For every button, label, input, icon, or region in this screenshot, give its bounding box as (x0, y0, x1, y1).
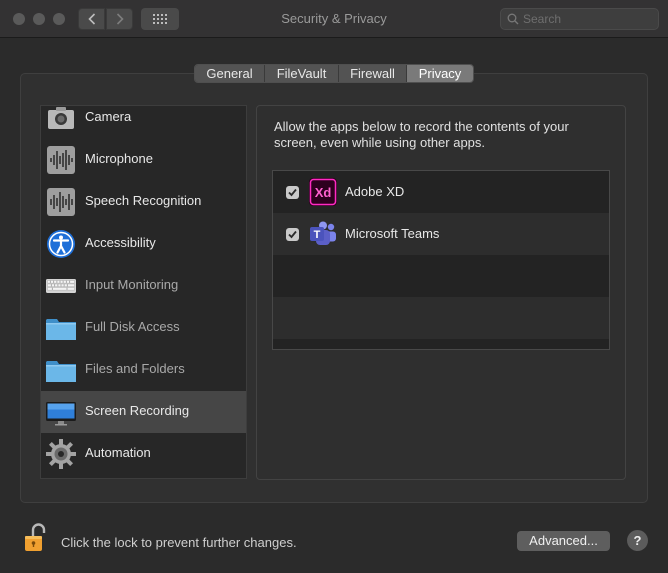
sidebar-item-accessibility[interactable]: Accessibility (41, 223, 246, 265)
privacy-category-list: Camera Microphone Speech Recognition Acc… (40, 105, 247, 479)
sidebar-item-files-and-folders[interactable]: Files and Folders (41, 349, 246, 391)
app-name: Microsoft Teams (345, 226, 440, 241)
sidebar-item-microphone[interactable]: Microphone (41, 139, 246, 181)
lock-message: Click the lock to prevent further change… (61, 535, 297, 550)
lock-open-icon[interactable] (24, 523, 48, 553)
tab-filevault[interactable]: FileVault (265, 65, 339, 82)
accessibility-icon (47, 230, 75, 258)
sidebar-item-camera[interactable]: Camera (41, 106, 246, 139)
sidebar-item-label: Camera (85, 109, 132, 124)
pane-description: Allow the apps below to record the conte… (274, 119, 569, 150)
microsoft-teams-icon-text: T (314, 229, 321, 241)
app-checkbox[interactable] (286, 228, 299, 241)
title-bar: Security & Privacy Search (0, 0, 668, 38)
sidebar-item-label: Input Monitoring (85, 277, 179, 292)
sidebar-item-input-monitoring[interactable]: Input Monitoring (41, 265, 246, 307)
sidebar-item-screen-recording[interactable]: Screen Recording (41, 391, 246, 433)
sidebar-item-label: Full Disk Access (85, 319, 180, 334)
sidebar-item-label: Automation (85, 445, 151, 460)
sidebar-item-label: Files and Folders (85, 361, 185, 376)
sidebar-item-automation[interactable]: Automation (41, 433, 246, 475)
camera-icon (48, 107, 74, 129)
adobe-xd-icon-text: Xd (315, 185, 332, 200)
app-name: Adobe XD (345, 184, 405, 199)
tab-firewall[interactable]: Firewall (339, 65, 407, 82)
tab-privacy[interactable]: Privacy (407, 65, 473, 82)
keyboard-icon (46, 279, 76, 293)
sidebar-item-speech-recognition[interactable]: Speech Recognition (41, 181, 246, 223)
checkmark-icon (288, 188, 297, 197)
empty-row (273, 255, 609, 297)
tab-general[interactable]: General (195, 65, 265, 82)
speech-waveform-icon (47, 188, 75, 216)
gear-icon (46, 439, 76, 469)
search-field[interactable]: Search (500, 8, 659, 30)
app-checkbox[interactable] (286, 186, 299, 199)
checkmark-icon (288, 230, 297, 239)
sidebar-item-label: Speech Recognition (85, 193, 202, 208)
sidebar-item-label: Microphone (85, 151, 153, 166)
app-list: Xd Adobe XD T Microsoft Teams (272, 170, 610, 350)
search-icon (507, 13, 519, 25)
microsoft-teams-icon: T (310, 221, 336, 245)
microphone-waveform-icon (47, 146, 75, 174)
folder-icon (46, 361, 76, 382)
empty-row (273, 297, 609, 339)
search-placeholder: Search (523, 12, 562, 26)
advanced-button[interactable]: Advanced... (517, 531, 610, 551)
app-row-microsoft-teams[interactable]: T Microsoft Teams (273, 213, 609, 255)
help-button[interactable]: ? (627, 530, 648, 551)
sidebar-item-label: Screen Recording (85, 403, 190, 418)
display-icon (46, 402, 76, 426)
tab-bar: General FileVault Firewall Privacy (194, 64, 474, 83)
empty-row (273, 339, 609, 349)
sidebar-item-label: Accessibility (85, 235, 156, 250)
adobe-xd-icon: Xd (309, 178, 337, 206)
sidebar-item-full-disk-access[interactable]: Full Disk Access (41, 307, 246, 349)
app-row-adobe-xd[interactable]: Xd Adobe XD (273, 171, 609, 213)
folder-icon (46, 319, 76, 340)
